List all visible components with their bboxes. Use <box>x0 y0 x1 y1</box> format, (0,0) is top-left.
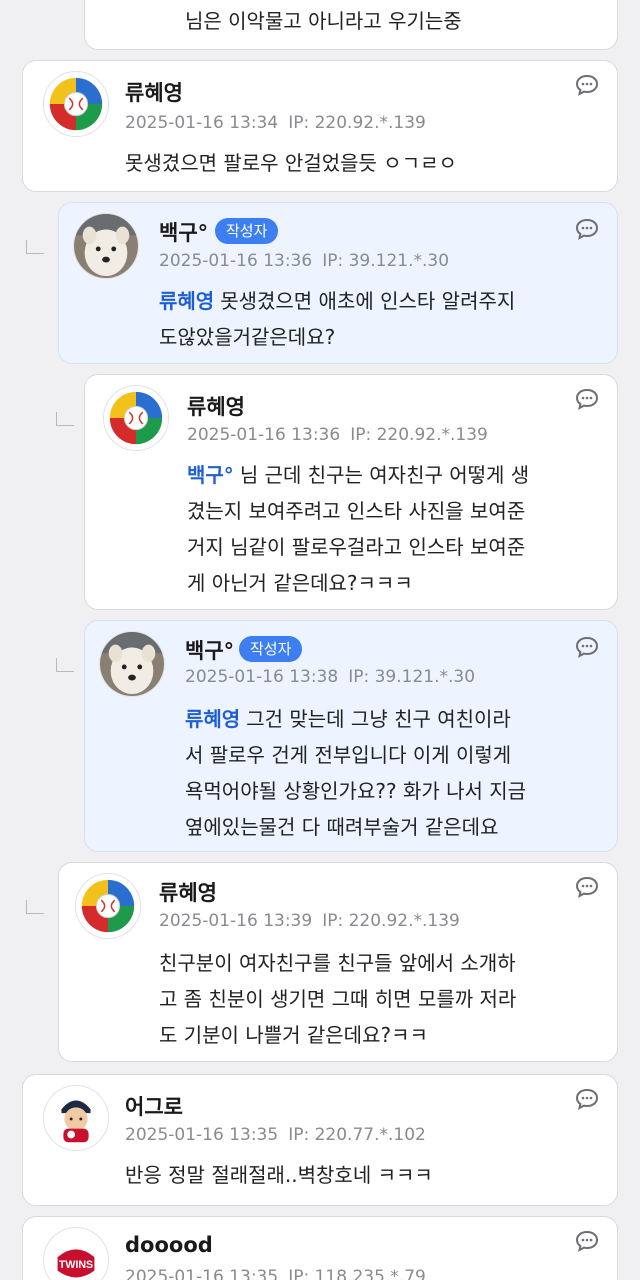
reply-icon[interactable] <box>575 875 599 899</box>
reply-indent-marker <box>26 240 44 254</box>
comment-ip: IP: 220.92.*.139 <box>350 425 488 445</box>
body-line: 게 아닌거 같은데요?ㅋㅋㅋ <box>187 571 413 595</box>
comment-ip: IP: 118.235.*.79 <box>288 1267 426 1280</box>
comment-body: 류혜영 못생겼으면 애초에 인스타 알려주지 도않았을거같은데요? <box>159 283 515 355</box>
comment-meta: 2025-01-16 13:35 IP: 118.235.*.79 <box>125 1267 426 1280</box>
cartoon-player-icon <box>44 1086 108 1150</box>
dog-photo-icon <box>74 214 138 278</box>
reply-indent-marker <box>56 658 74 672</box>
body-line: 서 팔로우 건게 전부입니다 이게 이렇게 <box>185 743 512 767</box>
comment-card: 류혜영 2025-01-16 13:36 IP: 220.92.*.139 백구°… <box>84 374 618 610</box>
body-line: 친구분이 여자친구를 친구들 앞에서 소개하 <box>159 951 516 975</box>
comment-body: 님은 이악물고 아니라고 우기는중 <box>185 9 462 33</box>
reply-icon[interactable] <box>575 387 599 411</box>
reply-icon[interactable] <box>575 1229 599 1253</box>
comment-meta: 2025-01-16 13:35 IP: 220.77.*.102 <box>125 1125 426 1145</box>
mention-link[interactable]: 백구° <box>187 463 234 487</box>
comment-date: 2025-01-16 13:34 <box>125 113 279 133</box>
comment-body: 못생겼으면 팔로우 안걸었을듯 ㅇㄱㄹㅇ <box>125 151 457 175</box>
lg-twins-logo-icon: TWINS <box>44 1228 108 1280</box>
comment-card: 백구° 작성자 2025-01-16 13:36 IP: 39.121.*.30 … <box>58 202 618 364</box>
comment-ip: IP: 39.121.*.30 <box>348 667 476 687</box>
author-badge: 작성자 <box>239 636 303 662</box>
body-line: 님 근데 친구는 여자친구 어떻게 생 <box>239 463 530 487</box>
avatar[interactable] <box>43 71 109 137</box>
body-line: 거지 님같이 팔로우걸라고 인스타 보여준 <box>187 535 526 559</box>
comment-author[interactable]: 류혜영 <box>125 77 183 107</box>
dog-photo-icon <box>100 632 164 696</box>
reply-indent-marker <box>56 412 74 426</box>
comment-author[interactable]: 어그로 <box>125 1091 183 1121</box>
comment-ip: IP: 220.92.*.139 <box>288 113 426 133</box>
mention-link[interactable]: 류혜영 <box>159 289 214 313</box>
body-line: 욕먹어야될 상황인가요?? 화가 나서 지금 <box>185 779 527 803</box>
baseball-logo-icon <box>44 72 108 136</box>
avatar[interactable] <box>75 873 141 939</box>
reply-icon[interactable] <box>575 73 599 97</box>
comment-body: 친구분이 여자친구를 친구들 앞에서 소개하 고 좀 친분이 생기면 그때 히면… <box>159 945 516 1053</box>
body-line: 그건 맞는데 그냥 친구 여친이라 <box>246 707 511 731</box>
comment-date: 2025-01-16 13:35 <box>125 1267 279 1280</box>
logo-text: TWINS <box>59 1259 93 1271</box>
comment-card: 백구° 작성자 2025-01-16 13:38 IP: 39.121.*.30 … <box>84 620 618 852</box>
comment-ip: IP: 220.92.*.139 <box>322 911 460 931</box>
reply-icon[interactable] <box>575 217 599 241</box>
comment-meta: 2025-01-16 13:36 IP: 39.121.*.30 <box>159 251 449 271</box>
comment-date: 2025-01-16 13:36 <box>159 251 313 271</box>
baseball-logo-icon <box>76 874 140 938</box>
comment-ip: IP: 220.77.*.102 <box>288 1125 426 1145</box>
comment-date: 2025-01-16 13:35 <box>125 1125 279 1145</box>
avatar[interactable]: TWINS <box>43 1227 109 1280</box>
reply-indent-marker <box>26 900 44 914</box>
body-line: 고 좀 친분이 생기면 그때 히면 모를까 저라 <box>159 987 517 1011</box>
comment-ip: IP: 39.121.*.30 <box>322 251 450 271</box>
comment-meta: 2025-01-16 13:34 IP: 220.92.*.139 <box>125 113 426 133</box>
body-line: 옆에있는물건 다 때려부술거 같은데요 <box>185 815 499 839</box>
comment-date: 2025-01-16 13:39 <box>159 911 313 931</box>
comment-date: 2025-01-16 13:38 <box>185 667 339 687</box>
comment-body: 류혜영 그건 맞는데 그냥 친구 여친이라 서 팔로우 건게 전부입니다 이게 이… <box>185 701 526 845</box>
comment-author[interactable]: 백구° <box>159 217 208 247</box>
comment-author[interactable]: 류혜영 <box>187 391 245 421</box>
baseball-logo-icon <box>104 386 168 450</box>
comment-body: 백구° 님 근데 친구는 여자친구 어떻게 생 겼는지 보여주려고 인스타 사진을… <box>187 457 529 601</box>
reply-icon[interactable] <box>575 1087 599 1111</box>
avatar[interactable] <box>73 213 139 279</box>
comment-card: TWINS dooood 2025-01-16 13:35 IP: 118.235… <box>22 1216 618 1280</box>
comment-card: 류혜영 2025-01-16 13:34 IP: 220.92.*.139 못생겼… <box>22 60 618 192</box>
comment-card: 님은 이악물고 아니라고 우기는중 <box>84 0 618 50</box>
body-line: 못생겼으면 애초에 인스타 알려주지 <box>220 289 516 313</box>
comment-meta: 2025-01-16 13:36 IP: 220.92.*.139 <box>187 425 488 445</box>
reply-icon[interactable] <box>575 635 599 659</box>
comment-meta: 2025-01-16 13:38 IP: 39.121.*.30 <box>185 667 475 687</box>
comment-card: 류혜영 2025-01-16 13:39 IP: 220.92.*.139 친구분… <box>58 862 618 1062</box>
avatar[interactable] <box>43 1085 109 1151</box>
mention-link[interactable]: 류혜영 <box>185 707 240 731</box>
comment-meta: 2025-01-16 13:39 IP: 220.92.*.139 <box>159 911 460 931</box>
comment-date: 2025-01-16 13:36 <box>187 425 341 445</box>
body-line: 도 기분이 나쁠거 같은데요?ㅋㅋ <box>159 1023 428 1047</box>
comment-author[interactable]: dooood <box>125 1233 213 1257</box>
author-badge: 작성자 <box>215 218 279 244</box>
comment-card: 어그로 2025-01-16 13:35 IP: 220.77.*.102 반응 … <box>22 1074 618 1206</box>
comment-body: 반응 정말 절래절래..벽창호네 ㅋㅋㅋ <box>125 1163 433 1187</box>
body-line: 도않았을거같은데요? <box>159 325 336 349</box>
avatar[interactable] <box>103 385 169 451</box>
comment-author[interactable]: 류혜영 <box>159 877 217 907</box>
body-line: 겼는지 보여주려고 인스타 사진을 보여준 <box>187 499 526 523</box>
comment-author[interactable]: 백구° <box>185 635 234 665</box>
avatar[interactable] <box>99 631 165 697</box>
